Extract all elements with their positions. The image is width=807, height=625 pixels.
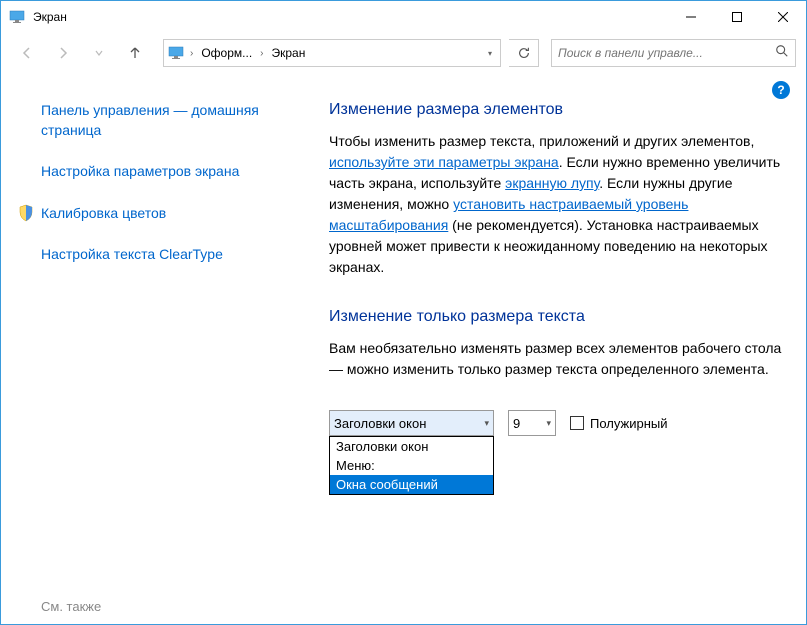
window-controls [668,1,806,33]
paragraph-text-size-info: Вам необязательно изменять размер всех э… [329,338,786,380]
chevron-down-icon[interactable]: ▾ [488,49,496,58]
checkbox-box [570,416,584,430]
titlebar: Экран [1,1,806,33]
dropdown-option[interactable]: Меню: [330,456,493,475]
search-input[interactable] [558,46,775,60]
breadcrumb-item[interactable]: Экран [270,46,308,60]
element-select-value: Заголовки окон [334,416,426,431]
element-select[interactable]: Заголовки окон ▾ [329,410,494,436]
see-also-label: См. также [41,599,101,614]
chevron-right-icon[interactable]: › [188,48,195,59]
sidebar: Панель управления — домашняя страница На… [1,73,311,624]
bold-checkbox[interactable]: Полужирный [570,416,668,431]
text-size-controls: Заголовки окон ▾ 9 ▾ Полужирный Заголовк… [329,410,786,436]
size-select-value: 9 [513,416,520,431]
dropdown-option[interactable]: Заголовки окон [330,437,493,456]
element-dropdown-list: Заголовки окон Меню: Окна сообщений [329,436,494,495]
forward-button[interactable] [47,37,79,69]
bold-label: Полужирный [590,416,668,431]
navigation-bar: › Оформ... › Экран ▾ [1,33,806,73]
maximize-button[interactable] [714,1,760,33]
back-button[interactable] [11,37,43,69]
heading-text-size: Изменение только размера текста [329,308,786,326]
sidebar-display-params-link[interactable]: Настройка параметров экрана [41,162,291,182]
recent-dropdown[interactable] [83,37,115,69]
up-button[interactable] [119,37,151,69]
link-display-params[interactable]: используйте эти параметры экрана [329,154,559,170]
close-button[interactable] [760,1,806,33]
size-select[interactable]: 9 ▾ [508,410,556,436]
sidebar-cleartype-link[interactable]: Настройка текста ClearType [41,245,291,265]
help-icon[interactable]: ? [772,81,790,99]
content-area: ? Панель управления — домашняя страница … [1,73,806,624]
chevron-down-icon: ▾ [484,418,489,429]
paragraph-resize-info: Чтобы изменить размер текста, приложений… [329,131,786,278]
monitor-icon [168,45,184,61]
window-title: Экран [33,10,668,24]
sidebar-home-link[interactable]: Панель управления — домашняя страница [41,101,291,140]
minimize-button[interactable] [668,1,714,33]
refresh-button[interactable] [509,39,539,67]
chevron-down-icon: ▾ [546,418,551,429]
dropdown-option-selected[interactable]: Окна сообщений [330,475,493,494]
chevron-right-icon[interactable]: › [258,48,265,59]
link-magnifier[interactable]: экранную лупу [505,175,599,191]
shield-icon [17,204,35,222]
sidebar-calibrate-link[interactable]: Калибровка цветов [41,204,166,224]
main-panel: Изменение размера элементов Чтобы измени… [311,73,806,624]
search-icon[interactable] [775,44,789,63]
heading-resize-elements: Изменение размера элементов [329,101,786,119]
monitor-icon [9,9,25,25]
address-bar[interactable]: › Оформ... › Экран ▾ [163,39,501,67]
breadcrumb-item[interactable]: Оформ... [199,46,254,60]
search-box[interactable] [551,39,796,67]
